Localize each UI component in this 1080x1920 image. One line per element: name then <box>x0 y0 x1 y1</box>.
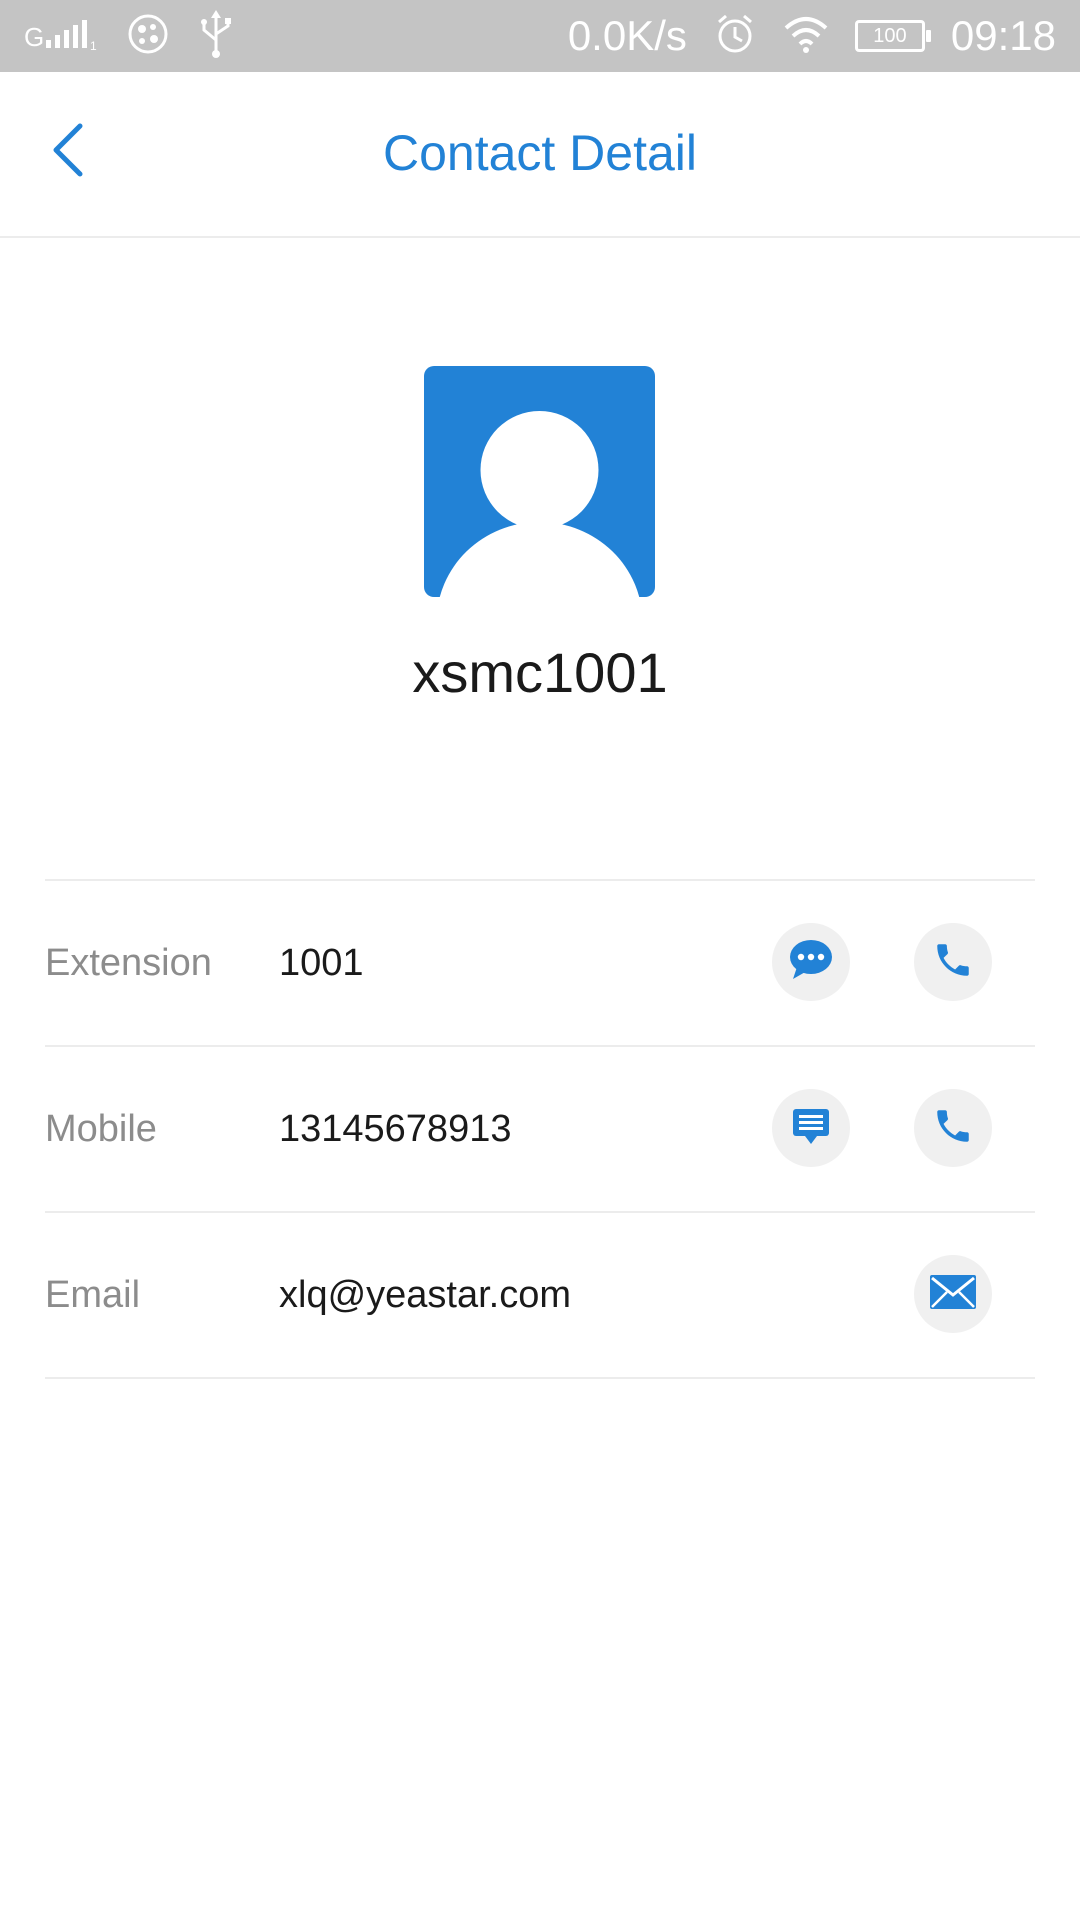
svg-text:1: 1 <box>90 39 97 52</box>
signal-icon: G 1 <box>24 16 100 57</box>
email-row: Email xlq@yeastar.com <box>45 1213 1035 1379</box>
status-time: 09:18 <box>950 12 1056 59</box>
svg-text:G: G <box>24 22 44 52</box>
contact-info-list: Extension 1001 Mobile 13145678913 Email … <box>45 879 1035 1379</box>
contact-name: xsmc1001 <box>412 641 668 704</box>
person-icon <box>424 411 655 597</box>
avatar <box>424 366 655 597</box>
status-bar: G 1 0.0K/s 100 09:18 <box>0 0 1080 72</box>
page-title: Contact Detail <box>382 125 698 181</box>
alarm-icon <box>713 12 757 61</box>
battery-icon: 100 <box>854 20 931 52</box>
app-notification-icon <box>126 12 170 61</box>
header: Contact Detail <box>0 72 1080 238</box>
phone-icon <box>932 1105 974 1152</box>
status-left-icons: G 1 <box>24 9 236 63</box>
email-send-button[interactable] <box>914 1255 992 1333</box>
extension-value: 1001 <box>279 942 364 984</box>
envelope-icon <box>929 1274 977 1315</box>
wifi-icon <box>783 14 829 59</box>
network-speed: 0.0K/s <box>567 12 687 59</box>
chat-bubble-icon <box>788 939 834 986</box>
email-label: Email <box>45 1274 141 1316</box>
email-value: xlq@yeastar.com <box>279 1274 572 1316</box>
message-icon <box>791 1106 831 1151</box>
extension-call-button[interactable] <box>914 923 992 1001</box>
mobile-row: Mobile 13145678913 <box>45 1047 1035 1213</box>
status-right-icons: 0.0K/s 100 09:18 <box>568 12 1056 61</box>
usb-icon <box>196 9 236 63</box>
mobile-value: 13145678913 <box>279 1108 512 1150</box>
mobile-label: Mobile <box>45 1108 157 1150</box>
extension-row: Extension 1001 <box>45 881 1035 1047</box>
extension-label: Extension <box>45 942 212 984</box>
mobile-call-button[interactable] <box>914 1089 992 1167</box>
mobile-sms-button[interactable] <box>772 1089 850 1167</box>
extension-chat-button[interactable] <box>772 923 850 1001</box>
phone-icon <box>932 939 974 986</box>
